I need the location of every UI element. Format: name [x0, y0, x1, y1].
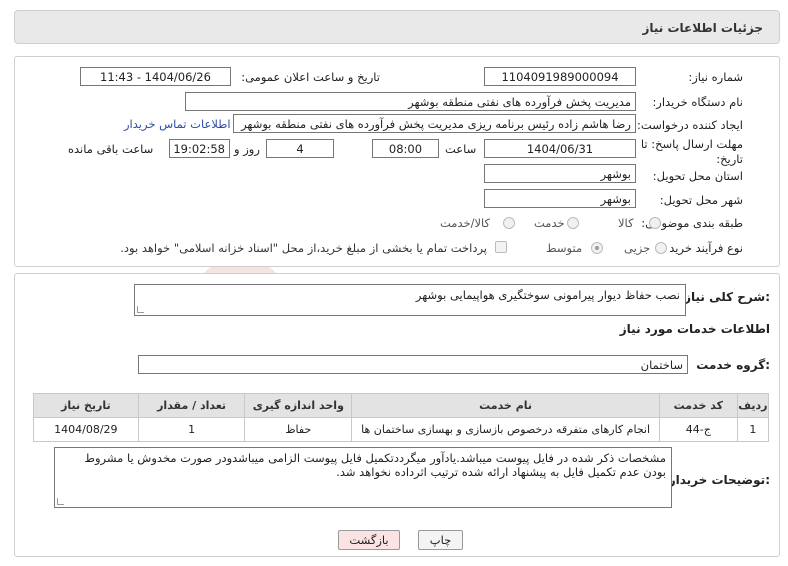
cell-row-number: 1 [736, 417, 770, 442]
services-heading: اطلاعات خدمات مورد نیاز [619, 322, 770, 336]
panel-header: جزئیات اطلاعات نیاز [14, 10, 780, 44]
category-radio-goods[interactable] [649, 217, 661, 229]
province-label: استان محل تحویل: [652, 169, 743, 183]
summary-label: شرح کلی نیاز: [684, 290, 770, 304]
purchase-radio-medium[interactable] [591, 242, 603, 254]
days-label: روز و [234, 142, 260, 156]
purchase-option-medium: متوسط [546, 241, 583, 255]
need-info-box [14, 56, 780, 267]
resize-handle-icon[interactable] [137, 306, 144, 313]
col-header-service-name: نام خدمت [351, 393, 660, 418]
province-field: بوشهر [484, 164, 636, 183]
deadline-label: مهلت ارسال پاسخ: تا [640, 137, 743, 151]
cell-service-name: انجام کارهای متفرقه درخصوص بازسازی و بهس… [351, 417, 660, 442]
table-header-row: ردیف کد خدمت نام خدمت واحد اندازه گیری ت… [33, 393, 770, 418]
panel-title: جزئیات اطلاعات نیاز [642, 21, 763, 35]
services-table: ردیف کد خدمت نام خدمت واحد اندازه گیری ت… [33, 393, 770, 442]
col-header-need-date: تاریخ نیاز [33, 393, 139, 418]
remaining-time-field: 19:02:58 [169, 139, 230, 158]
category-option-service: خدمت [534, 216, 565, 230]
print-button[interactable]: چاپ [418, 530, 463, 550]
back-button[interactable]: بازگشت [338, 530, 400, 550]
deadline-time-label: ساعت [445, 142, 477, 156]
category-option-goods-service: کالا/خدمت [440, 216, 491, 230]
buyer-notes-text: مشخصات ذکر شده در فایل پیوست میباشد.یادآ… [84, 451, 666, 479]
service-group-field: ساختمان [138, 355, 688, 374]
requester-field: رضا هاشم زاده رئیس برنامه ریزی مدیریت پخ… [233, 114, 636, 133]
col-header-unit: واحد اندازه گیری [244, 393, 353, 418]
buyer-org-label: نام دستگاه خریدار: [652, 95, 743, 109]
buyer-contact-link[interactable]: اطلاعات تماس خریدار [124, 117, 231, 131]
buyer-notes-textarea[interactable]: مشخصات ذکر شده در فایل پیوست میباشد.یادآ… [54, 447, 672, 508]
summary-textarea[interactable]: نصب حفاظ دیوار پیرامونی سوختگیری هواپیما… [134, 284, 686, 316]
table-row: 1 ج-44 انجام کارهای متفرقه درخصوص بازساز… [33, 417, 770, 442]
cell-need-date: 1404/08/29 [33, 417, 139, 442]
cell-unit: حفاظ [244, 417, 353, 442]
buyer-notes-label: توضیحات خریدار: [668, 473, 770, 487]
deadline-time-field: 08:00 [372, 139, 439, 158]
category-radio-service[interactable] [567, 217, 579, 229]
purchase-radio-minor[interactable] [655, 242, 667, 254]
resize-handle-icon[interactable] [57, 498, 64, 505]
city-label: شهر محل تحویل: [659, 193, 743, 207]
need-number-field: 1104091989000094 [484, 67, 636, 86]
category-radio-goods-service[interactable] [503, 217, 515, 229]
need-number-label: شماره نیاز: [688, 70, 743, 84]
col-header-service-code: کد خدمت [658, 393, 738, 418]
remaining-time-label: ساعت باقی مانده [68, 142, 154, 156]
treasury-payment-note: پرداخت تمام یا بخشی از مبلغ خرید،از محل … [120, 241, 487, 255]
cell-service-code: ج-44 [658, 417, 738, 442]
purchase-type-label: نوع فرآیند خرید : [661, 241, 743, 255]
requester-label: ایجاد کننده درخواست: [637, 118, 743, 132]
col-header-row-number: ردیف [736, 393, 770, 418]
treasury-payment-checkbox[interactable] [495, 241, 507, 253]
col-header-quantity: تعداد / مقدار [137, 393, 246, 418]
service-group-label: گروه خدمت: [696, 358, 770, 372]
announce-datetime-label: تاریخ و ساعت اعلان عمومی: [241, 70, 380, 84]
buyer-org-field: مدیریت پخش فرآورده های نفتی منطقه بوشهر [185, 92, 636, 111]
announce-datetime-field: 1404/06/26 - 11:43 [80, 67, 231, 86]
category-option-goods: کالا [618, 216, 634, 230]
days-remaining-field: 4 [266, 139, 334, 158]
purchase-option-minor: جزیی [624, 241, 651, 255]
deadline-date-field: 1404/06/31 [484, 139, 636, 158]
deadline-label-date: تاریخ: [716, 152, 743, 166]
cell-quantity: 1 [137, 417, 246, 442]
summary-text: نصب حفاظ دیوار پیرامونی سوختگیری هواپیما… [415, 288, 680, 302]
city-field: بوشهر [484, 189, 636, 208]
